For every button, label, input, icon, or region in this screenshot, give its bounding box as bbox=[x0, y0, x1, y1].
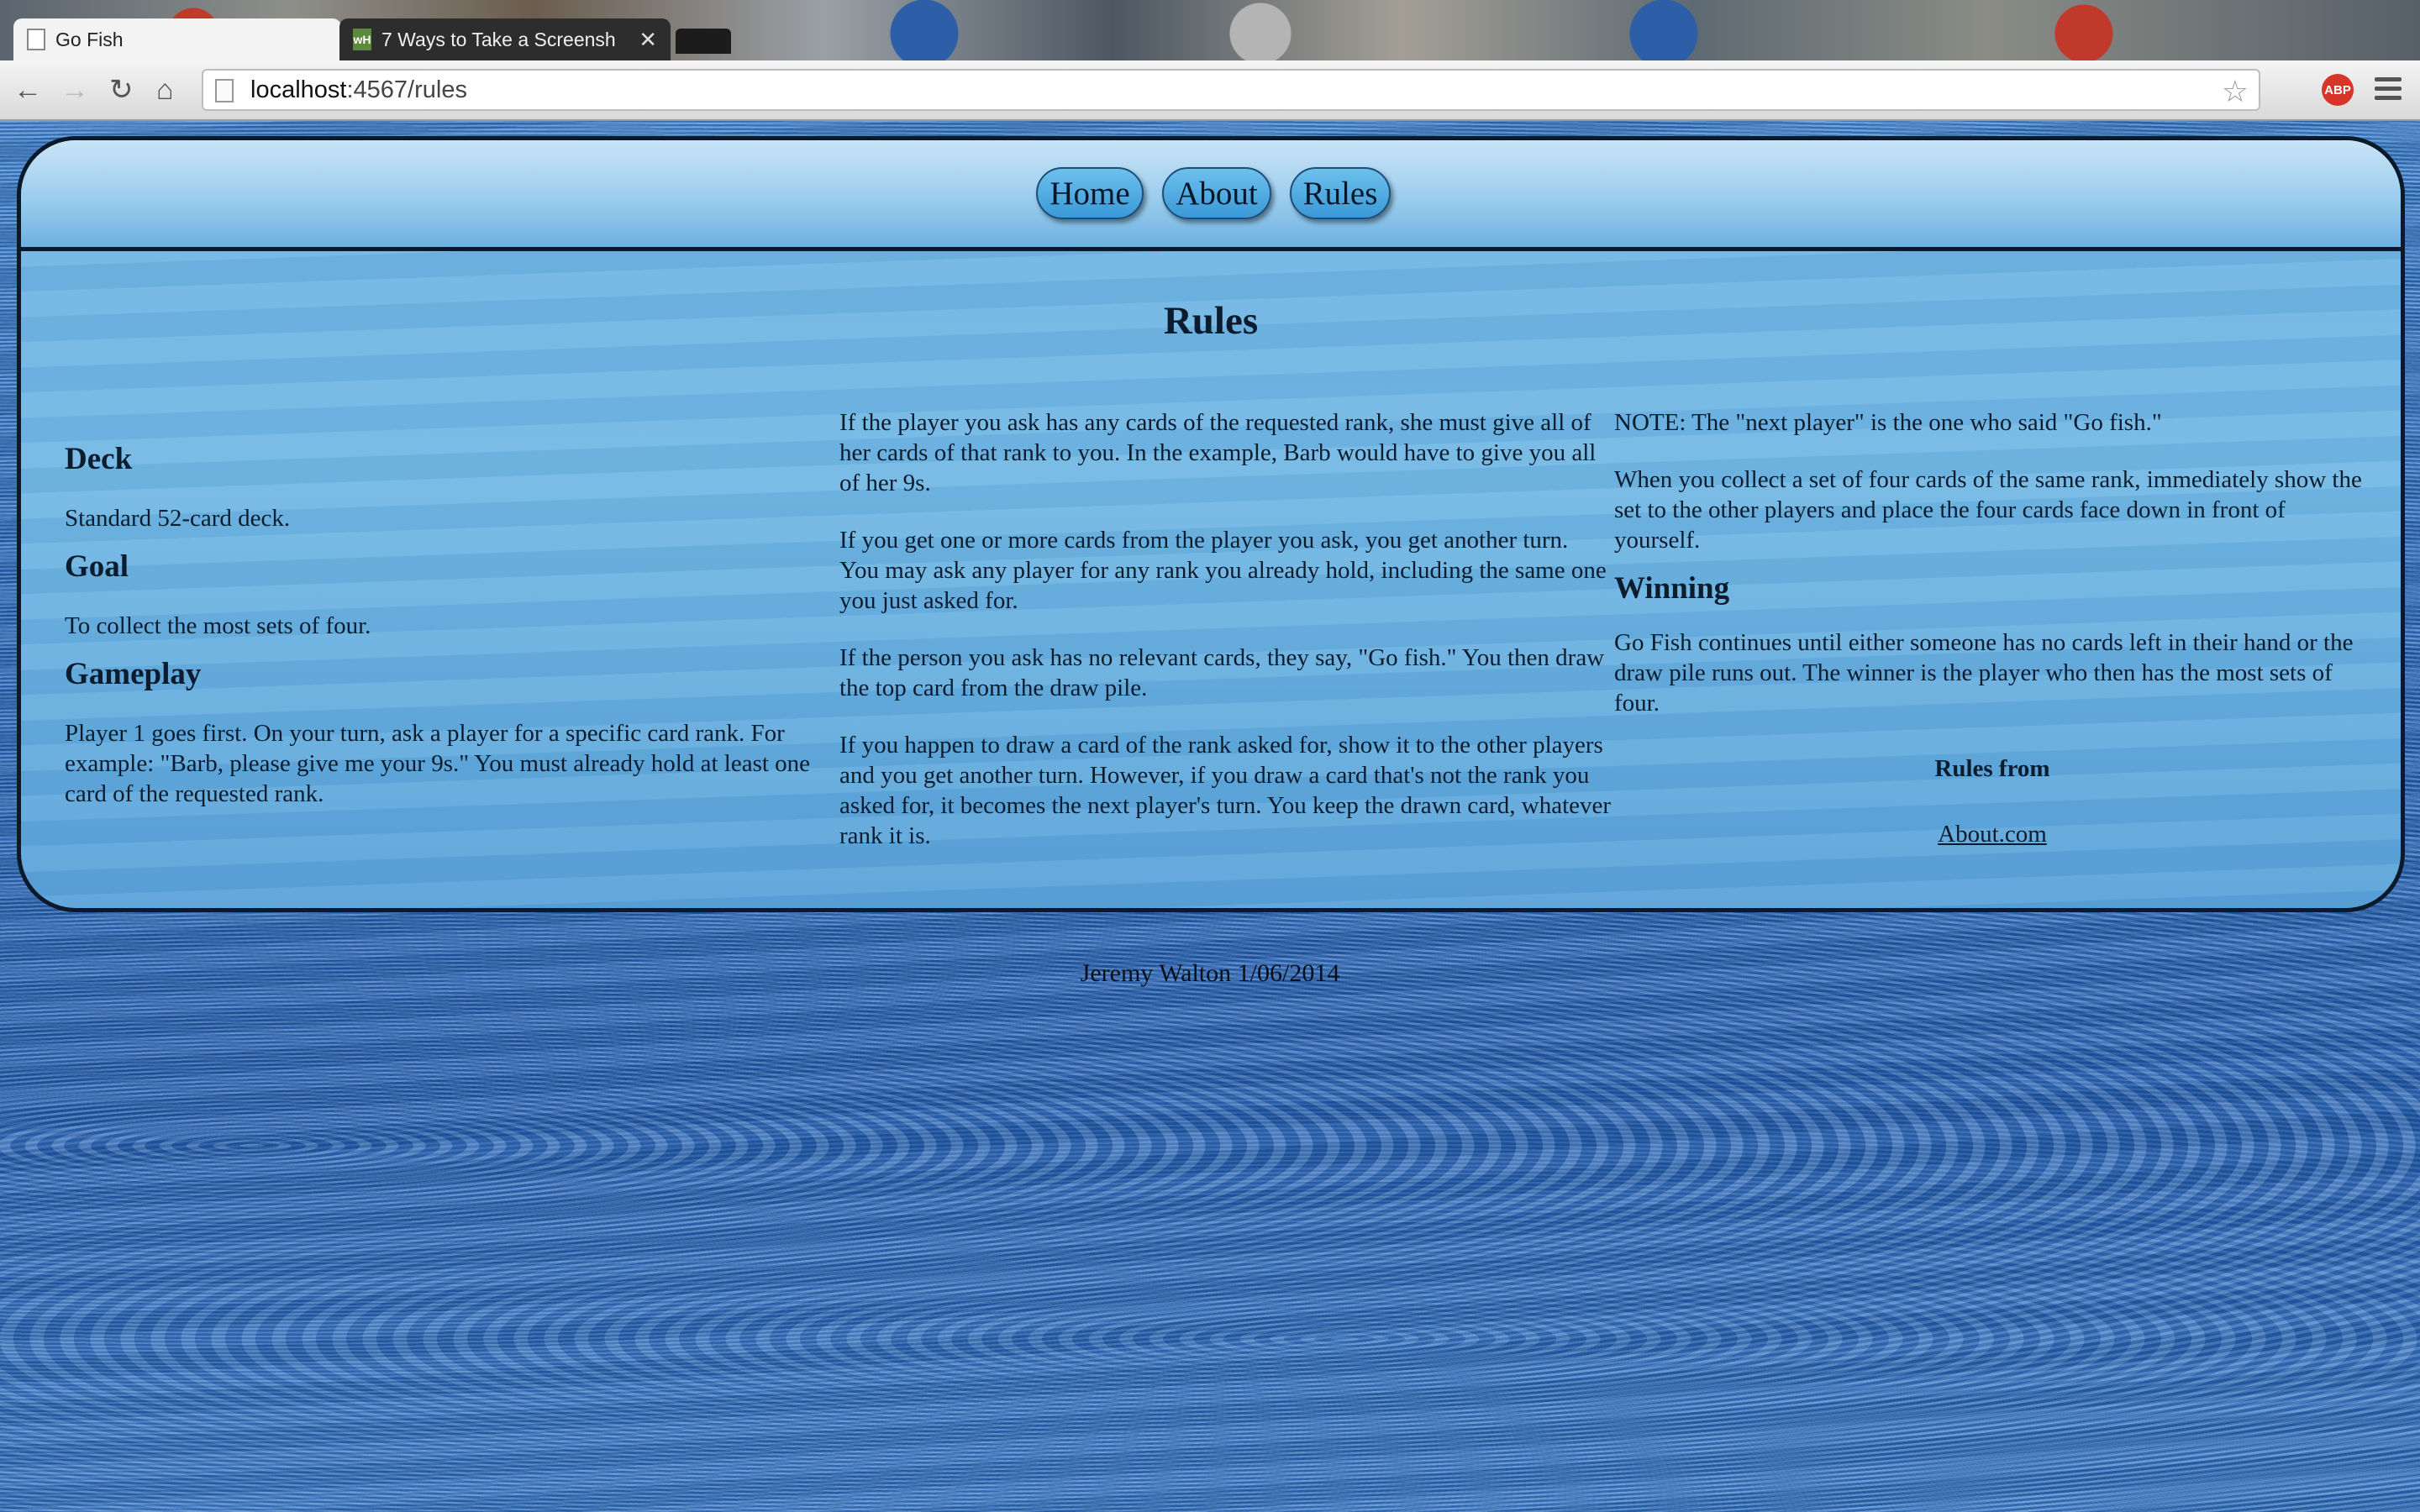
page-title: Rules bbox=[1163, 299, 1259, 343]
home-icon[interactable]: ⌂ bbox=[156, 76, 174, 104]
nav-home-button[interactable]: Home bbox=[1036, 167, 1144, 219]
deck-text: Standard 52-card deck. bbox=[65, 505, 291, 532]
wikihow-favicon-icon: wH bbox=[353, 29, 371, 50]
bookmark-star-icon[interactable]: ☆ bbox=[2222, 74, 2249, 109]
menu-icon[interactable] bbox=[2375, 77, 2402, 105]
gameplay-paragraph: If the person you ask has no relevant ca… bbox=[839, 644, 1605, 701]
back-icon[interactable]: ← bbox=[13, 76, 42, 104]
gameplay-paragraph: If you get one or more cards from the pl… bbox=[839, 527, 1607, 614]
nav-about-button[interactable]: About bbox=[1162, 167, 1271, 219]
goal-text: To collect the most sets of four. bbox=[65, 612, 371, 639]
source-link[interactable]: About.com bbox=[1614, 819, 2370, 849]
browser-toolbar: ← → ↻ ⌂ localhost:4567/rules ☆ ABP bbox=[0, 60, 2420, 121]
rules-source-label: Rules from bbox=[1934, 755, 2050, 782]
gameplay-heading: Gameplay bbox=[65, 657, 202, 691]
address-bar[interactable]: localhost:4567/rules ☆ bbox=[202, 69, 2260, 111]
gameplay-paragraph: If the player you ask has any cards of t… bbox=[839, 409, 1597, 496]
content-panel: Home About Rules Rules Deck Standard 52-… bbox=[17, 136, 2405, 912]
rules-column-1: Deck Standard 52-card deck. Goal To coll… bbox=[65, 441, 821, 809]
tab-title: 7 Ways to Take a Screensh bbox=[381, 28, 616, 50]
page-favicon-icon bbox=[27, 29, 45, 50]
goal-heading: Goal bbox=[65, 549, 129, 584]
new-tab-button[interactable] bbox=[676, 29, 731, 54]
gameplay-paragraph: Player 1 goes first. On your turn, ask a… bbox=[65, 720, 811, 807]
adblock-extension-icon[interactable]: ABP bbox=[2322, 74, 2354, 106]
close-tab-icon[interactable]: ✕ bbox=[639, 27, 657, 53]
rules-column-3: NOTE: The "next player" is the one who s… bbox=[1614, 407, 2370, 849]
page-icon bbox=[215, 79, 234, 102]
winning-text: Go Fish continues until either someone h… bbox=[1614, 629, 2354, 717]
sets-text: When you collect a set of four cards of … bbox=[1614, 466, 2362, 554]
tab-title: Go Fish bbox=[55, 28, 124, 50]
rules-column-2: If the player you ask has any cards of t… bbox=[839, 407, 1612, 851]
gameplay-paragraph: If you happen to draw a card of the rank… bbox=[839, 732, 1612, 849]
nav-rules-button[interactable]: Rules bbox=[1290, 167, 1391, 219]
note-text: NOTE: The "next player" is the one who s… bbox=[1614, 409, 2162, 436]
footer-credit: Jeremy Walton 1/06/2014 bbox=[1080, 959, 1340, 987]
browser-tab-strip: Go Fish wH 7 Ways to Take a Screensh ✕ bbox=[0, 0, 2420, 64]
tab-go-fish[interactable]: Go Fish bbox=[13, 18, 341, 60]
url-host: localhost bbox=[250, 76, 347, 103]
reload-icon[interactable]: ↻ bbox=[109, 76, 134, 104]
deck-heading: Deck bbox=[65, 442, 133, 476]
page-background: Home About Rules Rules Deck Standard 52-… bbox=[0, 121, 2420, 1512]
winning-heading: Winning bbox=[1614, 571, 1730, 606]
tab-screenshot-article[interactable]: wH 7 Ways to Take a Screensh ✕ bbox=[339, 18, 671, 60]
forward-icon[interactable]: → bbox=[60, 76, 89, 104]
url-path: :4567/rules bbox=[346, 76, 467, 103]
site-nav: Home About Rules bbox=[21, 140, 2401, 251]
